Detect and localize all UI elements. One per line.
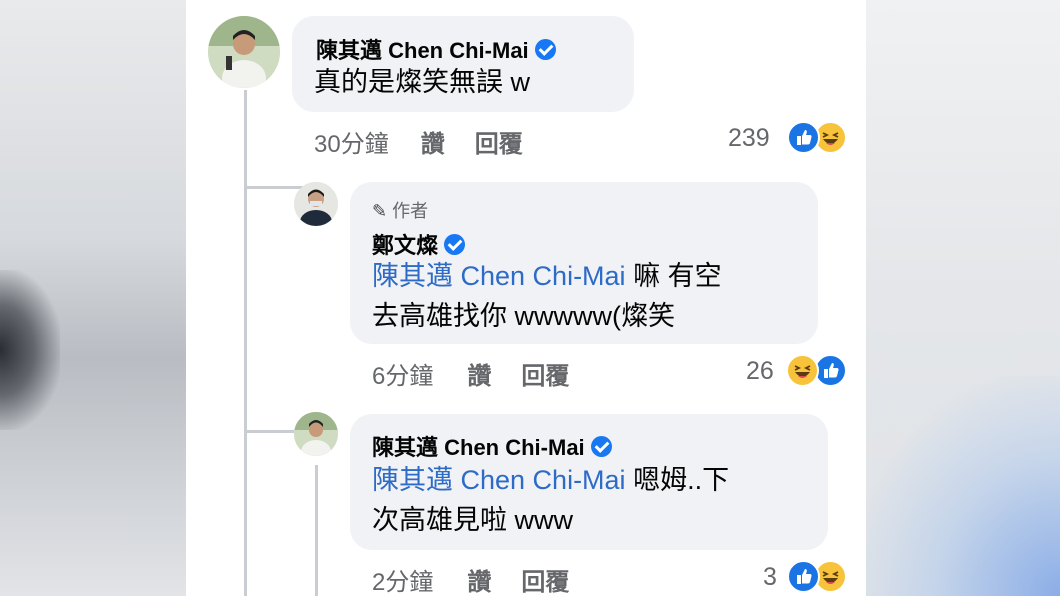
comment-meta: 30分鐘 讚 回覆 — [314, 124, 551, 159]
comment-text-line2: 去高雄找你 wwwww(燦笑 — [372, 301, 675, 331]
background-right — [860, 0, 1060, 596]
person-photo-icon — [208, 16, 280, 88]
reaction-count[interactable]: 3 — [763, 563, 777, 592]
comment-meta: 6分鐘 讚 回覆 — [372, 356, 597, 391]
mention-link[interactable]: 陳其邁 Chen Chi-Mai — [372, 261, 626, 291]
timestamp[interactable]: 6分鐘 — [372, 363, 433, 390]
pencil-icon: ✎ — [372, 201, 388, 221]
avatar[interactable] — [294, 182, 338, 226]
mention-link[interactable]: 陳其邁 Chen Chi-Mai — [372, 465, 626, 495]
comment-text: 陳其邁 Chen Chi-Mai 嗯姆..下 — [372, 460, 729, 500]
reply-button[interactable]: 回覆 — [521, 363, 569, 390]
comment-text: 陳其邁 Chen Chi-Mai 嘛 有空 — [372, 256, 722, 296]
comment-author[interactable]: 陳其邁 Chen Chi-Mai — [316, 33, 556, 65]
comment-text-rest: 嘛 有空 — [625, 261, 722, 291]
comment-text: 真的是燦笑無誤 w — [314, 67, 530, 97]
verified-badge-icon — [444, 234, 466, 255]
verified-badge-icon — [590, 436, 612, 457]
like-icon[interactable] — [787, 121, 820, 154]
comment-panel: 陳其邁 Chen Chi-Mai 真的是燦笑無誤 w 30分鐘讚回覆 239 ✎… — [186, 0, 866, 596]
person-photo-icon — [294, 182, 338, 226]
reaction-count[interactable]: 26 — [746, 357, 774, 386]
comment-meta: 2分鐘 讚 回覆 — [372, 562, 597, 596]
thread-line — [244, 90, 247, 596]
author-badge: ✎ 作者 — [372, 197, 428, 223]
thread-line-nested — [315, 465, 318, 596]
thread-branch — [244, 186, 304, 189]
timestamp[interactable]: 30分鐘 — [314, 131, 389, 158]
comment-author[interactable]: 陳其邁 Chen Chi-Mai — [372, 430, 612, 462]
author-name[interactable]: 陳其邁 Chen Chi-Mai — [372, 435, 585, 460]
verified-badge-icon — [534, 39, 556, 60]
background-left — [0, 0, 186, 596]
reply-button[interactable]: 回覆 — [521, 569, 569, 596]
timestamp[interactable]: 2分鐘 — [372, 569, 433, 596]
avatar[interactable] — [208, 16, 280, 88]
reaction-count[interactable]: 239 — [728, 124, 770, 153]
haha-icon[interactable] — [786, 354, 819, 387]
avatar[interactable] — [294, 412, 338, 456]
reply-button[interactable]: 回覆 — [475, 131, 523, 158]
comment-text-rest: 嗯姆..下 — [625, 465, 730, 495]
person-photo-icon — [294, 412, 338, 456]
author-name[interactable]: 鄭文燦 — [372, 233, 438, 258]
like-button[interactable]: 讚 — [467, 569, 491, 596]
like-icon[interactable] — [787, 560, 820, 593]
author-name[interactable]: 陳其邁 Chen Chi-Mai — [316, 38, 529, 63]
like-button[interactable]: 讚 — [467, 363, 491, 390]
author-badge-label: 作者 — [392, 201, 429, 221]
like-button[interactable]: 讚 — [421, 131, 445, 158]
comment-text-line2: 次高雄見啦 www — [372, 505, 573, 535]
